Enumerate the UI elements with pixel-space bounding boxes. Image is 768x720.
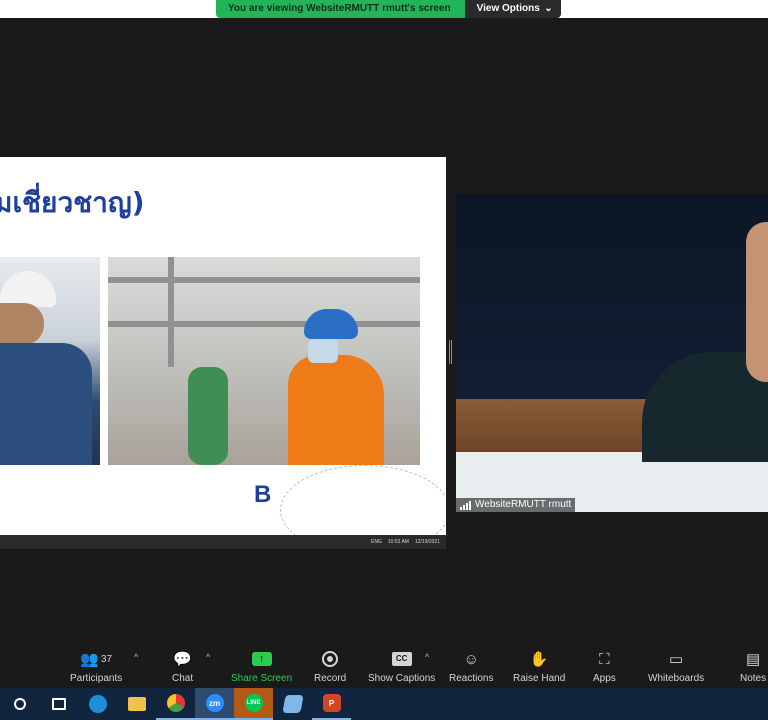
windows-start-button[interactable] [0, 688, 39, 720]
share-screen-icon: ↑ [251, 652, 272, 666]
participants-label: Participants [70, 673, 123, 684]
windows-taskbar: zm LINE P [0, 688, 768, 720]
notes-icon: ▤ [745, 651, 761, 668]
split-divider-handle[interactable] [449, 340, 452, 364]
edge-icon [88, 695, 107, 713]
participant-name: WebsiteRMUTT rmutt [475, 499, 572, 510]
slide-logo: B [254, 481, 272, 508]
notepad-button[interactable] [273, 688, 312, 720]
worker-photo-left [0, 257, 100, 465]
apps-label: Apps [593, 673, 616, 684]
view-options-button[interactable]: View Options ⌄ [464, 0, 561, 18]
whiteboards-label: Whiteboards [648, 673, 705, 684]
chevron-down-icon: ⌄ [544, 3, 553, 14]
view-options-label: View Options [476, 3, 540, 14]
zoom-button[interactable]: zm [195, 688, 234, 720]
notepad-icon [281, 695, 304, 713]
line-icon: LINE [244, 694, 263, 712]
share-screen-button[interactable]: ↑ Share Screen [231, 648, 292, 684]
participant-video-tile[interactable]: WebsiteRMUTT rmutt [456, 194, 768, 512]
record-label: Record [314, 673, 347, 684]
screen-share-banner: You are viewing WebsiteRMUTT rmutt's scr… [216, 0, 561, 18]
participants-icon: 👥 [80, 651, 99, 668]
signal-strength-icon [460, 500, 471, 510]
folder-icon [127, 697, 146, 711]
chat-button[interactable]: 💬 Chat [172, 648, 193, 684]
shared-taskbar-time: 10:53 AM [387, 539, 409, 545]
apps-button[interactable]: ⛶ Apps [593, 648, 616, 685]
chat-options-caret[interactable]: ^ [206, 652, 210, 662]
participants-options-caret[interactable]: ^ [134, 652, 138, 662]
task-view-button[interactable] [39, 688, 78, 720]
reactions-icon: ☺ [463, 650, 479, 668]
participant-name-tag: WebsiteRMUTT rmutt [456, 498, 576, 512]
cc-icon: CC [391, 652, 412, 666]
line-button[interactable]: LINE [234, 688, 273, 720]
raise-hand-label: Raise Hand [513, 673, 566, 684]
zoom-icon: zm [205, 694, 224, 712]
participants-count: 37 [100, 653, 113, 665]
shared-screen: มเชี่ยวชาญ) B [0, 157, 446, 535]
viewing-screen-text: You are viewing WebsiteRMUTT rmutt's scr… [216, 0, 465, 18]
reactions-label: Reactions [449, 673, 494, 684]
search-circle-icon [13, 698, 26, 710]
share-screen-label: Share Screen [231, 673, 293, 684]
file-explorer-button[interactable] [117, 688, 156, 720]
whiteboard-icon: ▭ [668, 651, 684, 668]
notes-label: Notes [740, 673, 767, 684]
task-view-icon [51, 698, 66, 710]
chrome-icon [166, 694, 185, 712]
edge-button[interactable] [78, 688, 117, 720]
participants-button[interactable]: 👥 37 Participants [70, 648, 122, 684]
show-captions-label: Show Captions [368, 673, 436, 684]
record-button[interactable]: Record [314, 648, 346, 684]
worker-photo-right [108, 257, 420, 465]
raise-hand-button[interactable]: ✋ Raise Hand [513, 648, 565, 684]
slide-title: มเชี่ยวชาญ) [0, 186, 145, 219]
powerpoint-icon: P [322, 694, 341, 712]
chat-label: Chat [172, 673, 194, 684]
whiteboards-button[interactable]: ▭ Whiteboards [648, 648, 704, 684]
shared-taskbar-lang: ENG [370, 539, 382, 545]
shared-taskbar-date: 12/19/2021 [414, 539, 440, 545]
chrome-button[interactable] [156, 688, 195, 720]
captions-options-caret[interactable]: ^ [425, 652, 429, 662]
notes-button[interactable]: ▤ Notes [740, 648, 766, 684]
decorative-wave [280, 465, 446, 535]
shared-windows-taskbar: ENG 10:53 AM 12/19/2021 [0, 535, 446, 549]
record-icon [322, 651, 339, 667]
powerpoint-button[interactable]: P [312, 688, 351, 720]
meeting-toolbar: 👥 37 Participants ^ 💬 Chat ^ ↑ Share Scre… [0, 638, 768, 688]
chat-icon: 💬 [173, 651, 192, 668]
hand-icon: ✋ [529, 651, 549, 668]
reactions-button[interactable]: ☺ Reactions [449, 648, 494, 685]
apps-icon: ⛶ [599, 650, 610, 668]
